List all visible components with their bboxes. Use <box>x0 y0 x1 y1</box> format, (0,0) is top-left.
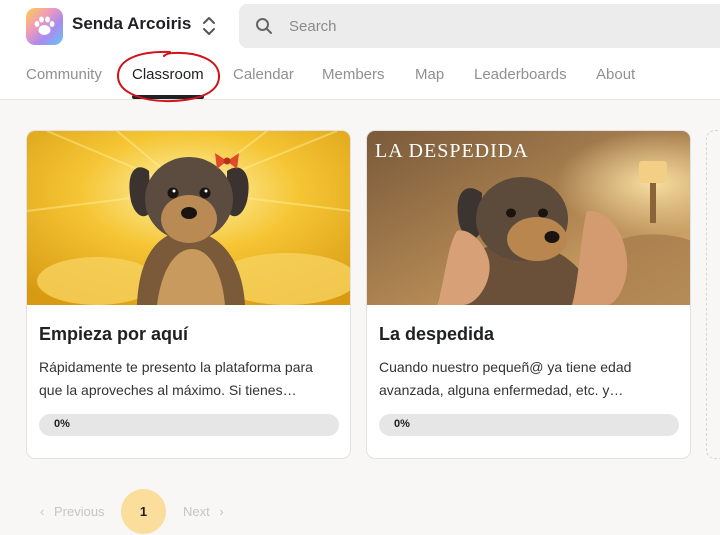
chevron-up-down-icon <box>203 17 215 35</box>
previous-label: Previous <box>53 504 105 519</box>
chevron-right-icon: › <box>219 504 224 519</box>
course-progress-bar: 0% <box>379 414 679 436</box>
course-cover-image <box>27 131 350 305</box>
progress-label: 0% <box>54 418 70 430</box>
paw-icon <box>34 16 55 35</box>
tab-leaderboards[interactable]: Leaderboards <box>474 66 567 83</box>
tab-calendar[interactable]: Calendar <box>233 66 294 83</box>
active-tab-indicator <box>132 95 204 99</box>
tab-community[interactable]: Community <box>26 66 102 83</box>
pagination-next[interactable]: Next › <box>183 504 224 519</box>
course-description: Rápidamente te presento la plataforma pa… <box>39 359 313 398</box>
main-nav: Community Classroom Calendar Members Map… <box>0 52 720 100</box>
pagination-previous[interactable]: ‹ Previous <box>40 504 105 519</box>
add-course-card-placeholder[interactable] <box>706 130 720 459</box>
search-input[interactable] <box>289 4 709 48</box>
course-card[interactable]: LA DESPEDIDA La despedida Cuando nuestro… <box>366 130 691 459</box>
course-description: Cuando nuestro pequeñ@ ya tiene edad ava… <box>379 359 632 398</box>
next-label: Next <box>183 504 210 519</box>
tab-about[interactable]: About <box>596 66 635 83</box>
course-cover-image: LA DESPEDIDA <box>367 131 690 305</box>
course-title[interactable]: Empieza por aquí <box>39 324 188 345</box>
group-switcher-button[interactable] <box>200 13 218 39</box>
chevron-left-icon: ‹ <box>40 504 45 519</box>
course-progress-bar: 0% <box>39 414 339 436</box>
progress-label: 0% <box>394 418 410 430</box>
top-bar: Senda Arcoiris Community Classroom Calen… <box>0 0 720 100</box>
search-icon <box>256 18 272 34</box>
search-bar[interactable] <box>239 4 720 48</box>
course-title[interactable]: La despedida <box>379 324 494 345</box>
pagination-page-current[interactable]: 1 <box>121 489 166 534</box>
course-card[interactable]: Empieza por aquí Rápidamente te presento… <box>26 130 351 459</box>
cover-title-text: LA DESPEDIDA <box>375 140 529 162</box>
group-name[interactable]: Senda Arcoiris <box>72 14 191 34</box>
tab-map[interactable]: Map <box>415 66 444 83</box>
app-logo[interactable] <box>26 8 63 45</box>
tab-classroom[interactable]: Classroom <box>132 66 204 83</box>
tab-members[interactable]: Members <box>322 66 385 83</box>
